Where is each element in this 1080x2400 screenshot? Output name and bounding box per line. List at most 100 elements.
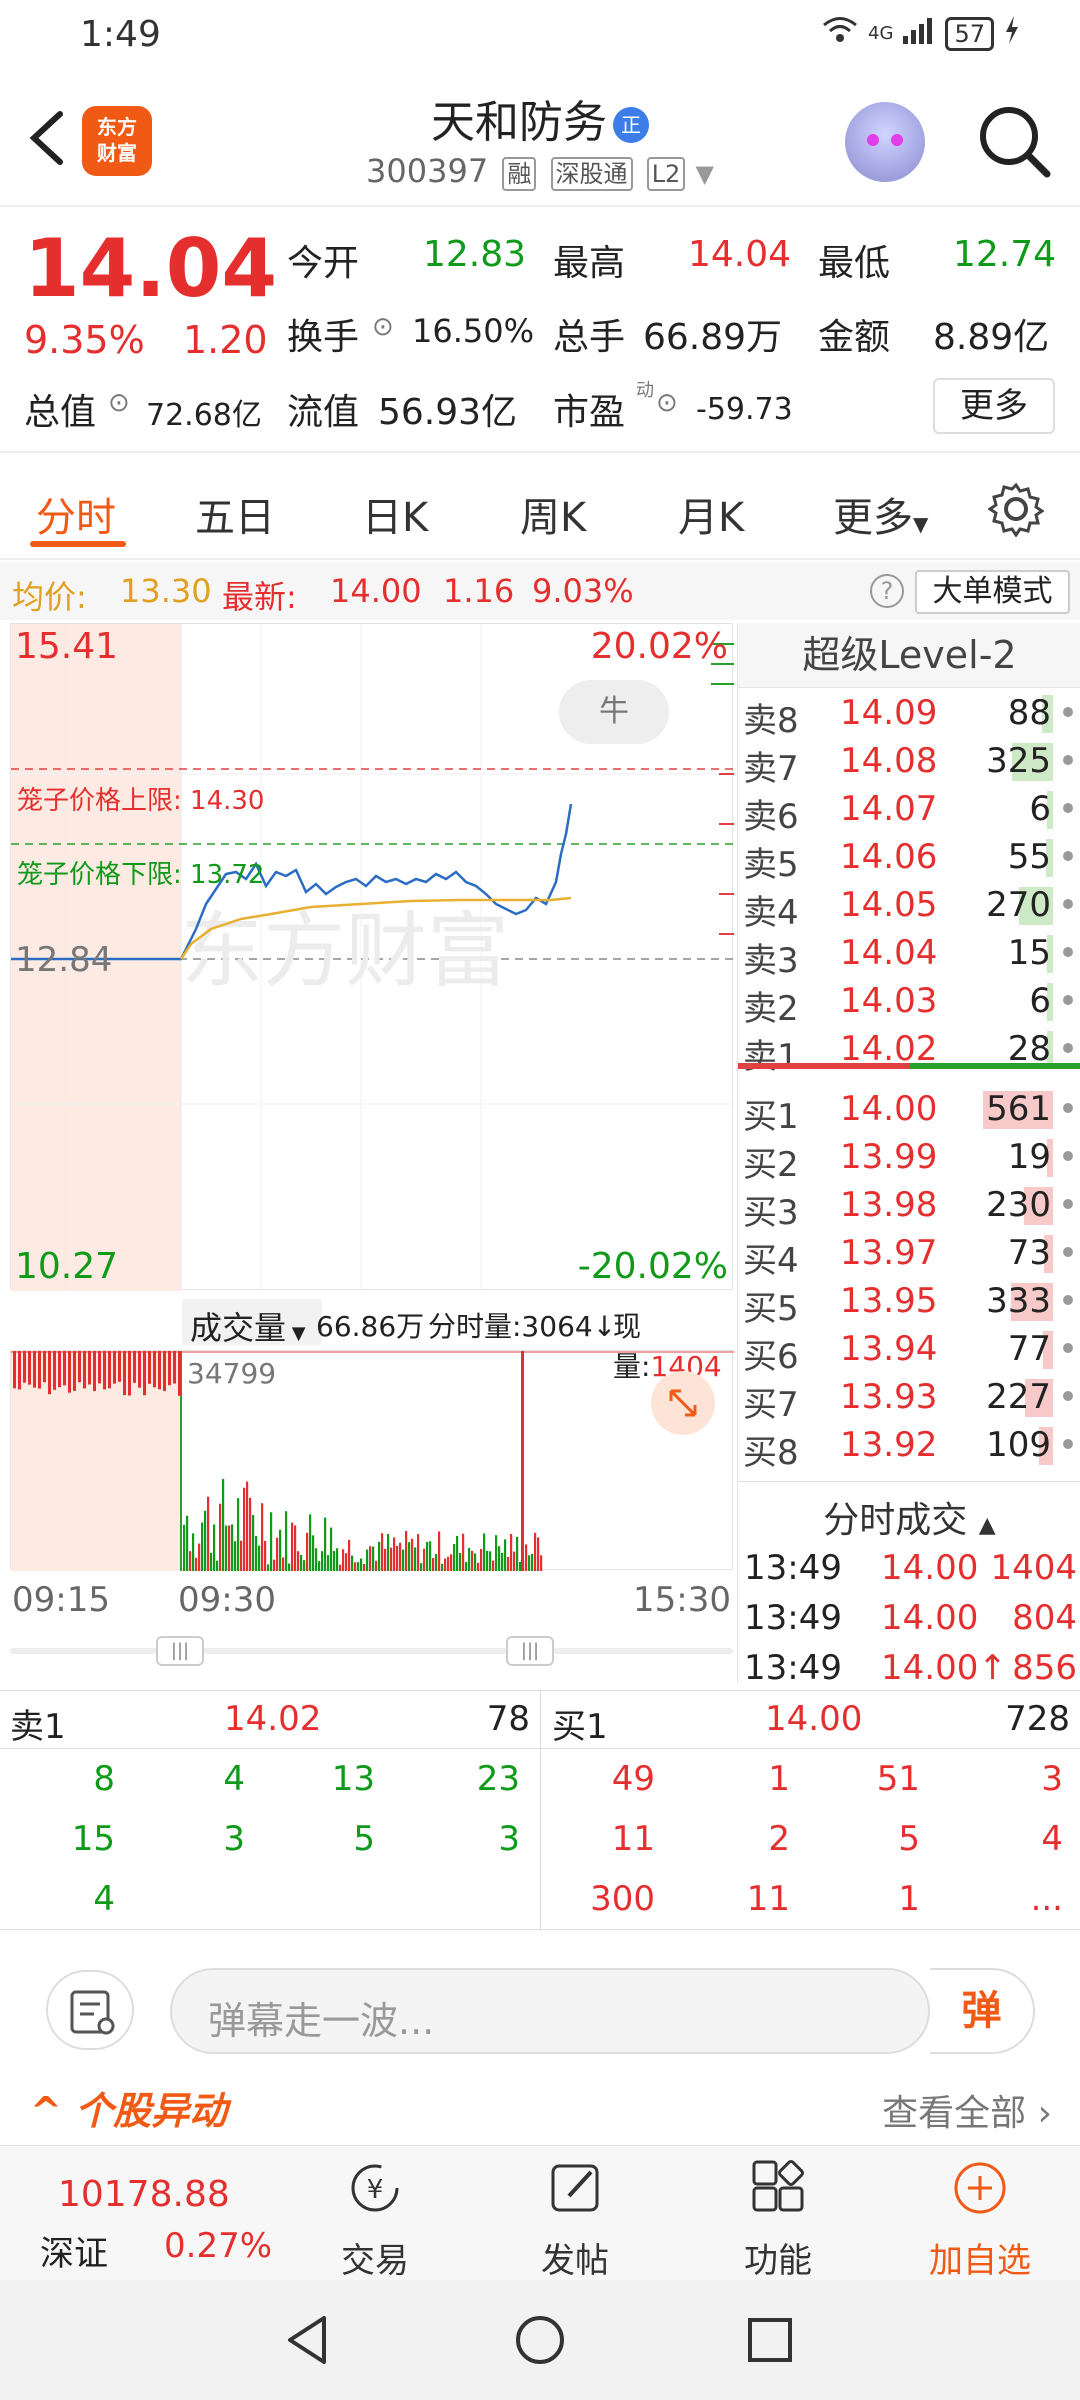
tab-five-day[interactable]: 五日 <box>195 485 275 543</box>
sell-label: 卖6 <box>743 797 799 837</box>
intraday-chart[interactable]: 东方财富 15.41 20.02% 12.84 10.27 -20.02% 笼子… <box>10 623 734 1291</box>
more-button[interactable]: 更多 <box>933 378 1055 434</box>
tab-weekly-k[interactable]: 周K <box>520 485 586 543</box>
time-tick-open: 09:30 <box>178 1580 276 1620</box>
stock-anomaly-section[interactable]: ^ 个股异动 查看全部 › <box>0 2080 1080 2145</box>
volume-bar <box>333 1550 336 1571</box>
volume-bar <box>198 1543 201 1571</box>
big-order-mode-button[interactable]: 大单模式 <box>915 570 1070 614</box>
buy-queue-cell: 300 <box>590 1879 655 1919</box>
info-circle-icon[interactable]: ⊙ <box>372 312 394 342</box>
volume-bar <box>330 1527 333 1571</box>
tab-intraday[interactable]: 分时 <box>36 485 116 543</box>
volume-bar <box>163 1351 166 1392</box>
buy-row[interactable]: 买1 14.00 561 <box>738 1085 1080 1137</box>
nav-post[interactable]: 发帖 <box>505 2158 645 2282</box>
volume-bar <box>201 1522 204 1571</box>
volume-total: 66.86万 <box>316 1310 425 1343</box>
volume-chart[interactable]: 34799 <box>10 1350 734 1571</box>
volume-selector[interactable]: 成交量 ▼ <box>182 1299 322 1347</box>
slider-handle-left[interactable]: ||| <box>156 1636 204 1666</box>
volume-bar <box>243 1487 246 1571</box>
bottom-nav: 10178.88 深证 0.27% ¥ 交易 发帖 功能 加自选 <box>0 2145 1080 2282</box>
sell-volume: 15 <box>1007 933 1051 973</box>
buy-price: 13.92 <box>840 1425 938 1465</box>
expand-button[interactable] <box>651 1371 715 1435</box>
buy-row[interactable]: 买5 13.95 333 <box>738 1277 1080 1329</box>
danmu-input[interactable]: 弹幕走一波... <box>170 1968 930 2054</box>
queue-sell-price: 14.02 <box>224 1699 322 1739</box>
home-circle-icon[interactable] <box>510 2310 570 2370</box>
sell-row[interactable]: 卖4 14.05 270 <box>738 881 1080 933</box>
mktcap-value: 72.68亿 <box>146 398 262 433</box>
settings-button[interactable] <box>987 481 1045 538</box>
volume-bar <box>501 1552 504 1571</box>
sell-row[interactable]: 卖3 14.04 15 <box>738 929 1080 981</box>
chevron-right-icon: › <box>1037 2093 1052 2134</box>
trades-title[interactable]: 分时成交 ▲ <box>738 1491 1080 1543</box>
volume-bar <box>396 1545 399 1571</box>
nav-add-watchlist[interactable]: 加自选 <box>910 2158 1050 2282</box>
assistant-robot-icon[interactable] <box>845 102 925 182</box>
tab-monthly-k[interactable]: 月K <box>678 485 744 543</box>
recents-square-icon[interactable] <box>740 2310 800 2370</box>
range-slider[interactable]: ||| ||| <box>10 1636 733 1666</box>
index-widget[interactable]: 10178.88 深证 0.27% <box>20 2146 280 2281</box>
level2-title[interactable]: 超级Level-2 <box>738 623 1080 688</box>
grid-icon <box>752 2160 804 2212</box>
volume-bar <box>468 1548 471 1571</box>
sell-row[interactable]: 卖5 14.06 55 <box>738 833 1080 885</box>
search-button[interactable] <box>975 102 1055 182</box>
buy-row[interactable]: 买2 13.99 19 <box>738 1133 1080 1185</box>
yen-cycle-icon: ¥ <box>351 2164 399 2212</box>
view-all-link[interactable]: 查看全部 › <box>882 2084 1052 2136</box>
volume-bar <box>438 1531 441 1571</box>
danmu-settings-button[interactable] <box>46 1970 134 2050</box>
volume-bar <box>441 1563 444 1571</box>
sell-indicator-dot <box>1063 803 1073 813</box>
sell-volume: 6 <box>1029 981 1051 1021</box>
volume-bar <box>261 1503 264 1571</box>
volume-bar <box>378 1541 381 1571</box>
volume-bar <box>528 1555 531 1571</box>
volume-bar <box>297 1551 300 1571</box>
nav-trade[interactable]: ¥ 交易 <box>305 2158 445 2282</box>
buy-indicator-dot <box>1063 1247 1073 1257</box>
buy-row[interactable]: 买6 13.94 77 <box>738 1325 1080 1377</box>
buy-queue-cell: 5 <box>898 1819 920 1859</box>
sell-row[interactable]: 卖6 14.07 6 <box>738 785 1080 837</box>
volume-bar <box>471 1550 474 1571</box>
volume-bar <box>345 1553 348 1571</box>
info-circle-icon[interactable]: ⊙ <box>108 388 130 418</box>
slider-handle-right[interactable]: ||| <box>506 1636 554 1666</box>
tab-more[interactable]: 更多▼ <box>833 485 928 543</box>
tab-more-label: 更多 <box>833 495 913 541</box>
bull-button[interactable]: 牛 <box>559 680 669 744</box>
sell-row[interactable]: 卖2 14.03 6 <box>738 977 1080 1029</box>
danmu-send-button[interactable]: 弹 <box>930 1968 1035 2054</box>
volume-bar <box>53 1351 56 1390</box>
volume-bar <box>63 1351 66 1386</box>
back-triangle-icon[interactable] <box>278 2310 338 2370</box>
volume-bar <box>426 1541 429 1571</box>
gear-icon <box>987 482 1045 538</box>
buy-row[interactable]: 买7 13.93 227 <box>738 1373 1080 1425</box>
buy-row[interactable]: 买8 13.92 109 <box>738 1421 1080 1473</box>
nav-functions[interactable]: 功能 <box>708 2158 848 2282</box>
buy-price: 13.93 <box>840 1377 938 1417</box>
sell-row[interactable]: 卖7 14.08 325 <box>738 737 1080 789</box>
sell-row[interactable]: 卖8 14.09 88 <box>738 689 1080 741</box>
buy-row[interactable]: 买4 13.97 73 <box>738 1229 1080 1281</box>
volume-bar <box>453 1544 456 1571</box>
volume-bar <box>534 1532 537 1571</box>
info-circle-icon[interactable]: ⊙ <box>656 388 678 418</box>
buy-row[interactable]: 买3 13.98 230 <box>738 1181 1080 1233</box>
chart-tabs: 分时 五日 日K 周K 月K 更多▼ <box>0 455 1080 560</box>
volume-bar <box>168 1351 171 1386</box>
help-icon[interactable]: ? <box>870 574 904 608</box>
chart-top-percent: 20.02% <box>590 626 728 667</box>
volume-bar <box>384 1548 387 1571</box>
tab-daily-k[interactable]: 日K <box>362 485 428 543</box>
chart-mid-price: 12.84 <box>15 940 113 980</box>
buy-queue-cell: 2 <box>768 1819 790 1859</box>
